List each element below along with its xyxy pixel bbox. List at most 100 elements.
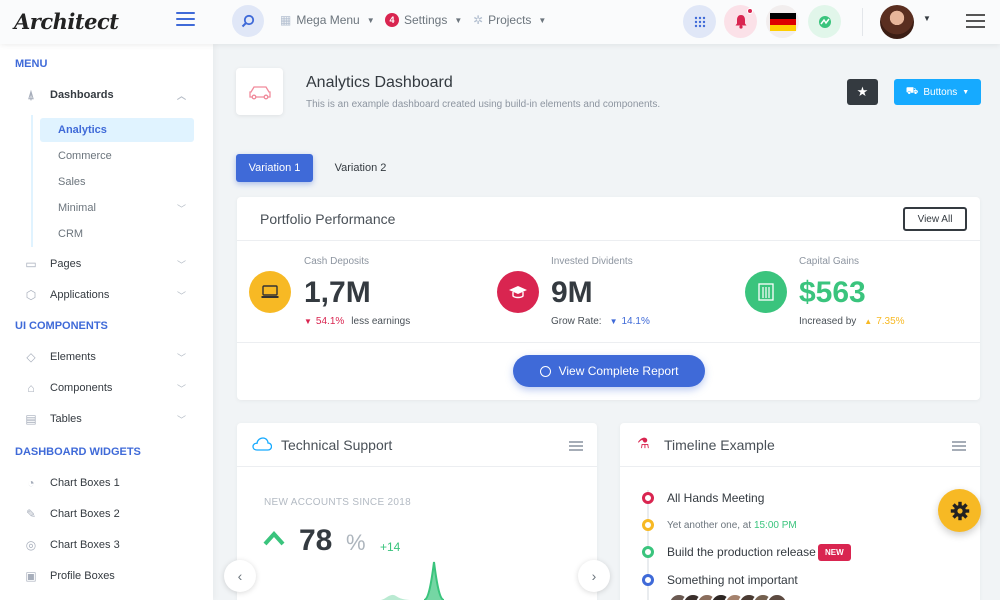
sidebar-item-chart-boxes-1[interactable]: ◔ Chart Boxes 1 <box>22 472 192 494</box>
sidebar-item-applications[interactable]: ⬡ Applications ﹀ <box>22 284 192 306</box>
sidebar-item-pages[interactable]: ▭ Pages ﹀ <box>22 253 192 275</box>
notification-badge: 4 <box>385 13 399 27</box>
browser-icon: ▭ <box>25 257 37 271</box>
sidebar-subitem-analytics[interactable]: Analytics <box>40 118 194 142</box>
search-button[interactable] <box>232 5 264 37</box>
app-logo[interactable]: Architect <box>14 9 119 34</box>
page-title: Analytics Dashboard <box>306 74 453 91</box>
accounts-value: 78 <box>299 524 333 557</box>
nav-label: Settings <box>404 13 448 27</box>
sidebar-item-profile-boxes[interactable]: ▣ Profile Boxes <box>22 565 192 587</box>
sidebar-item-components[interactable]: ⌂ Components ﹀ <box>22 377 192 399</box>
card-menu-icon[interactable] <box>569 441 583 453</box>
carousel-next-button[interactable]: › <box>578 560 610 592</box>
apps-button[interactable] <box>683 5 716 38</box>
sidebar-subitem-commerce[interactable]: Commerce <box>40 144 194 168</box>
button-label: View Complete Report <box>558 364 679 378</box>
chevron-down-icon: ﹀ <box>176 383 186 394</box>
nav-label: Mega Menu <box>296 13 360 27</box>
sidebar-subitem-crm[interactable]: CRM <box>40 222 194 246</box>
card-menu-icon[interactable] <box>952 441 966 453</box>
sidebar-subitem-minimal[interactable]: Minimal ﹀ <box>40 196 194 220</box>
sidebar-item-label: Dashboards <box>50 89 114 101</box>
theme-settings-button[interactable] <box>938 489 981 532</box>
buttons-label: Buttons <box>923 86 958 98</box>
sidebar-item-label: Applications <box>50 289 110 301</box>
germany-flag-icon <box>769 12 796 31</box>
sidebar-item-label: Pages <box>50 258 82 270</box>
sidebar-item-label: Minimal <box>58 202 96 214</box>
sidebar-item-chart-boxes-3[interactable]: ◎ Chart Boxes 3 <box>22 534 192 556</box>
metric-sub-text: Grow Rate: <box>551 316 602 327</box>
card-header: Technical Support <box>237 423 597 467</box>
accounts-unit: % <box>346 530 366 555</box>
sidebar-heading-menu: MENU <box>15 58 48 70</box>
nav-settings[interactable]: 4 Settings ▼ <box>385 13 462 27</box>
chevron-down-icon: ﹀ <box>176 290 186 301</box>
support-chart <box>380 561 445 600</box>
diamond-icon: ◇ <box>26 350 36 364</box>
page-title-icon-box <box>236 68 283 115</box>
chevron-down-icon: ▼ <box>923 14 931 23</box>
timeline-dot <box>642 519 654 531</box>
chevron-down-icon: ﹀ <box>176 414 186 425</box>
sidebar-toggle-icon[interactable] <box>176 12 195 28</box>
notifications-button[interactable] <box>724 5 757 38</box>
chevron-right-icon: › <box>591 568 597 584</box>
metric-sub-text: Increased by <box>799 316 857 327</box>
user-menu-toggle[interactable]: ▼ <box>921 14 931 23</box>
sidebar-item-tables[interactable]: ▤ Tables ﹀ <box>22 408 192 430</box>
timeline-item-text: Yet another one, at <box>667 520 752 531</box>
avatar-group <box>668 593 788 600</box>
metric-value: 1,7M <box>304 276 371 309</box>
metric-label: Capital Gains <box>799 256 860 267</box>
language-button[interactable] <box>766 5 799 38</box>
sidebar-item-label: Elements <box>50 351 96 363</box>
view-complete-report-button[interactable]: View Complete Report <box>513 355 705 387</box>
buttons-dropdown[interactable]: ⛟ Buttons ▼ <box>894 79 981 105</box>
metric-sub: ▼ 54.1% less earnings <box>304 316 410 327</box>
nav-projects[interactable]: ✲ Projects ▼ <box>473 13 546 27</box>
metric-percent: 14.1% <box>621 316 650 327</box>
down-arrow-icon: ▼ <box>609 317 618 326</box>
status-button[interactable] <box>808 5 841 38</box>
chevron-down-icon: ﹀ <box>176 259 186 270</box>
sidebar-item-chart-boxes-2[interactable]: ✎ Chart Boxes 2 <box>22 503 192 525</box>
timeline-dot <box>642 574 654 586</box>
accounts-delta: +14 <box>380 540 401 554</box>
grid-icon: ▦ <box>280 13 292 27</box>
timeline-item: Something not important <box>667 573 798 587</box>
chevron-down-icon: ▼ <box>538 15 547 25</box>
carousel-prev-button[interactable]: ‹ <box>224 560 256 592</box>
cash-deposits-icon <box>249 271 291 313</box>
metric-value: $563 <box>799 276 866 309</box>
bell-icon <box>735 15 746 29</box>
up-arrow-icon: ▲ <box>864 317 873 326</box>
sidebar-item-elements[interactable]: ◇ Elements ﹀ <box>22 346 192 368</box>
new-accounts-label: NEW ACCOUNTS SINCE 2018 <box>264 497 411 508</box>
sidebar-item-label: Chart Boxes 1 <box>50 477 120 489</box>
star-icon: ★ <box>856 84 869 99</box>
timeline-item: All Hands Meeting <box>667 491 765 505</box>
favorite-button[interactable]: ★ <box>847 79 878 105</box>
card-divider <box>237 342 980 343</box>
tab-variation-2[interactable]: Variation 2 <box>322 154 399 182</box>
sidebar-item-dashboards[interactable]: ⍋ Dashboards ︿ <box>22 84 192 106</box>
business-time-icon: ⛟ <box>905 85 919 97</box>
caret-down-icon: ▼ <box>962 88 970 96</box>
sidebar-subitem-sales[interactable]: Sales <box>40 170 194 194</box>
tab-variation-1[interactable]: Variation 1 <box>236 154 313 182</box>
new-badge: NEW <box>818 544 851 561</box>
metric-sub: Increased by ▲ 7.35% <box>799 316 905 327</box>
card-title: Timeline Example <box>664 437 775 453</box>
car-icon <box>248 85 271 99</box>
menu-icon[interactable] <box>966 14 985 32</box>
user-avatar[interactable] <box>880 5 914 39</box>
table-icon: ▤ <box>25 412 37 426</box>
view-all-button[interactable]: View All <box>903 207 967 231</box>
nav-mega-menu[interactable]: ▦ Mega Menu ▼ <box>280 13 375 27</box>
card-title: Technical Support <box>281 437 393 453</box>
search-icon <box>241 14 255 28</box>
sidebar-item-label: Tables <box>50 413 82 425</box>
page-subtitle: This is an example dashboard created usi… <box>306 99 661 110</box>
